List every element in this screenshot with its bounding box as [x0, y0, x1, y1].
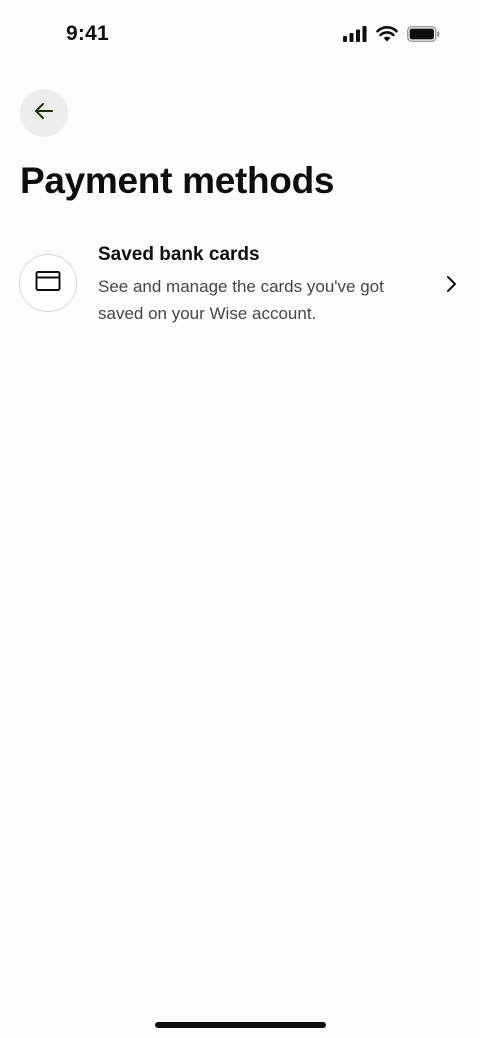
status-bar: 9:41: [0, 0, 480, 72]
cellular-signal-icon: [343, 26, 367, 47]
battery-icon: [407, 26, 440, 47]
saved-bank-cards-item[interactable]: Saved bank cards See and manage the card…: [19, 236, 465, 332]
item-title: Saved bank cards: [98, 244, 260, 265]
page-title: Payment methods: [20, 160, 335, 201]
wifi-icon: [376, 26, 398, 47]
chevron-right-icon: [445, 274, 457, 299]
card-icon: [35, 270, 61, 297]
home-indicator: [155, 1022, 326, 1028]
status-time: 9:41: [66, 22, 109, 45]
item-avatar: [19, 254, 77, 312]
back-button[interactable]: [20, 89, 68, 137]
status-icons: [343, 26, 440, 47]
arrow-left-icon: [32, 99, 56, 128]
item-description: See and manage the cards you've got save…: [98, 277, 384, 323]
